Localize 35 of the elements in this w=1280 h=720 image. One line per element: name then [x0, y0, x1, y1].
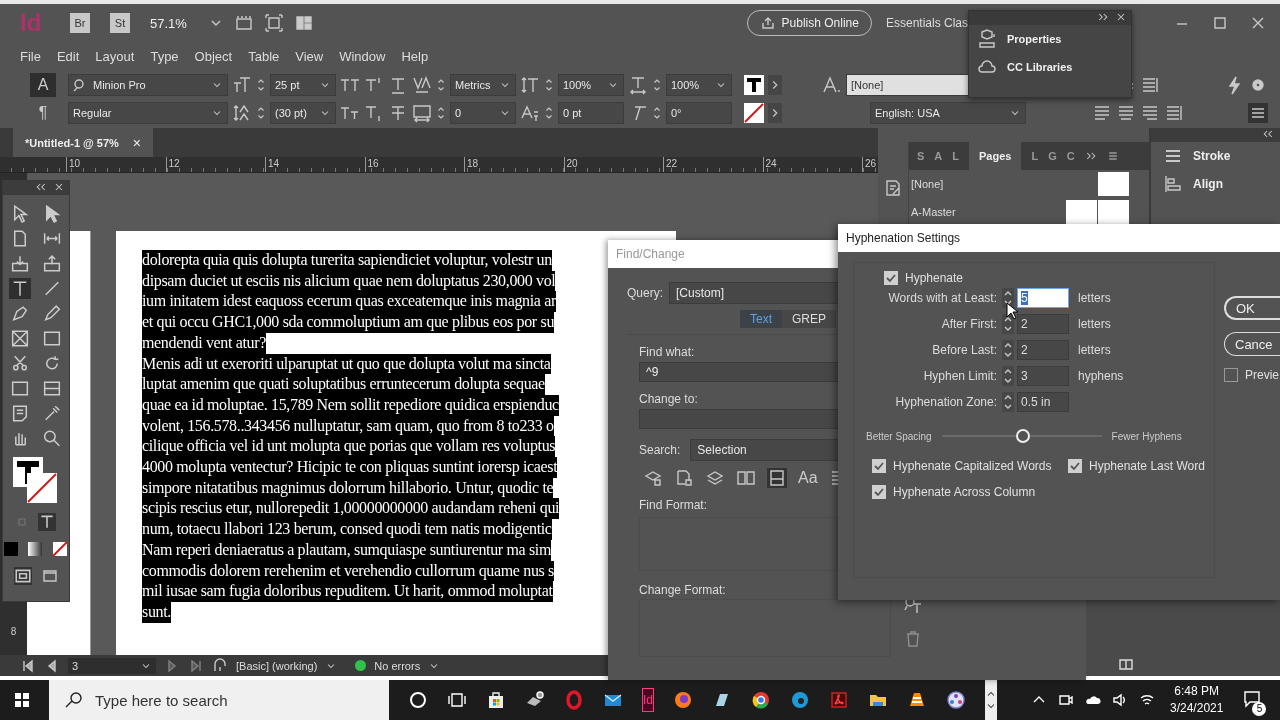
ruler-label: 10 — [66, 157, 166, 172]
unit-label: letters — [1078, 343, 1111, 357]
field-label: After First: — [940, 317, 997, 331]
slider-label: Better Spacing — [866, 430, 932, 442]
field-label: Find what: — [639, 345, 695, 359]
unit-label: letters — [1078, 317, 1111, 331]
ruler-label: 18 — [464, 157, 564, 172]
field-label: Find Format: — [639, 498, 707, 512]
unit-label: letters — [1078, 291, 1111, 305]
preflight-status: No errors — [374, 659, 421, 672]
ruler-label: 20 — [563, 157, 663, 172]
field-label: Hyphenation Zone: — [894, 395, 997, 409]
field-label: Change Format: — [639, 583, 726, 597]
field-label: Hyphen Limit: — [922, 369, 997, 383]
checkbox-label: Hyphenate Last Word — [1089, 459, 1205, 473]
checkbox-label: Hyphenate Across Column — [893, 485, 1036, 499]
field-label: Search: — [639, 443, 681, 457]
field-label: Before Last: — [931, 343, 997, 357]
ruler-label: 12 — [165, 157, 265, 172]
ruler-label: 22 — [663, 157, 763, 172]
ruler-label: 14 — [265, 157, 365, 172]
checkbox-label: Hyphenate Capitalized Words — [893, 459, 1052, 473]
field-label: Query: — [627, 286, 663, 300]
field-label: Change to: — [639, 392, 698, 406]
ruler-label: 24 — [762, 157, 862, 172]
unit-label: hyphens — [1078, 369, 1124, 383]
checkbox-label: Previe — [1245, 368, 1279, 382]
checkbox-label: Hyphenate — [905, 271, 964, 285]
field-label: Words with at Least: — [887, 291, 997, 305]
app-logo: Id — [20, 9, 43, 37]
notification-badge: 5 — [1252, 701, 1267, 716]
slider-label: Fewer Hyphens — [1111, 430, 1182, 442]
ruler-label: 8 — [10, 626, 17, 637]
ruler-label: 16 — [364, 157, 464, 172]
dialog-title: Hyphenation Settings — [838, 224, 1280, 252]
